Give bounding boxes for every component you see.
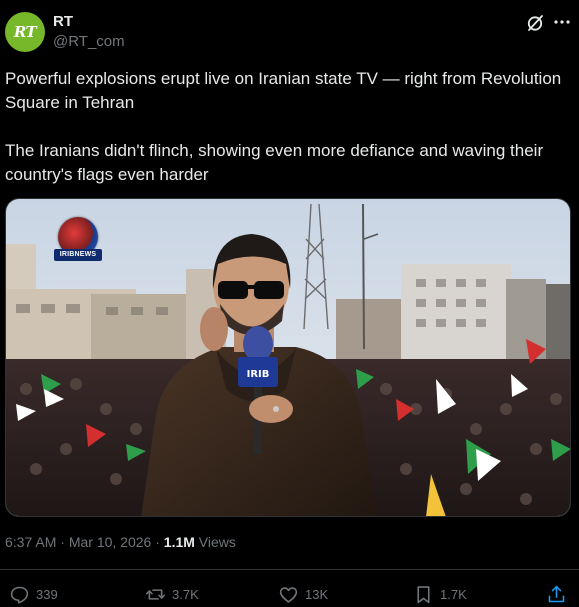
meta-separator: ·	[60, 534, 65, 550]
tweet: RT RT @RT_com Powerful explosions erupt …	[0, 0, 579, 607]
tweet-time[interactable]: 6:37 AM	[5, 534, 56, 550]
media-video[interactable]: IRIB IRIBNEWS	[5, 198, 571, 517]
avatar[interactable]: RT	[5, 12, 45, 52]
views-count: 1.1M	[163, 534, 195, 550]
share-button[interactable]	[546, 583, 567, 605]
broadcaster-tag: IRIBNEWS	[54, 249, 102, 261]
author-handle[interactable]: @RT_com	[53, 33, 125, 50]
reply-button[interactable]: 339	[9, 583, 58, 605]
views-label: Views	[198, 534, 236, 550]
mic-label: IRIB	[247, 369, 270, 380]
repost-icon	[145, 588, 166, 600]
tweet-text: Powerful explosions erupt live on Irania…	[5, 67, 570, 187]
bookmark-button[interactable]: 1.7K	[413, 583, 467, 605]
tweet-paragraph: Powerful explosions erupt live on Irania…	[5, 69, 562, 112]
bookmark-icon	[417, 585, 430, 603]
more-icon[interactable]	[552, 12, 572, 32]
like-count: 13K	[305, 586, 329, 602]
author-name[interactable]: RT	[53, 13, 73, 30]
grok-icon[interactable]	[525, 13, 545, 33]
repost-button[interactable]: 3.7K	[145, 583, 199, 605]
bookmark-count: 1.7K	[440, 586, 467, 602]
tweet-paragraph: The Iranians didn't flinch, showing even…	[5, 141, 544, 184]
tweet-date[interactable]: Mar 10, 2026	[69, 534, 152, 550]
divider	[0, 569, 579, 570]
tweet-meta: 6:37 AM · Mar 10, 2026 · 1.1M Views	[5, 534, 236, 550]
share-icon	[548, 585, 565, 602]
repost-count: 3.7K	[172, 586, 199, 602]
reply-count: 339	[36, 586, 58, 602]
meta-separator: ·	[155, 534, 160, 550]
like-button[interactable]: 13K	[278, 583, 328, 605]
reply-icon	[10, 586, 29, 604]
heart-icon	[279, 586, 298, 603]
iribnews-logo: IRIBNEWS	[50, 217, 104, 263]
avatar-logo-text: RT	[13, 23, 37, 41]
